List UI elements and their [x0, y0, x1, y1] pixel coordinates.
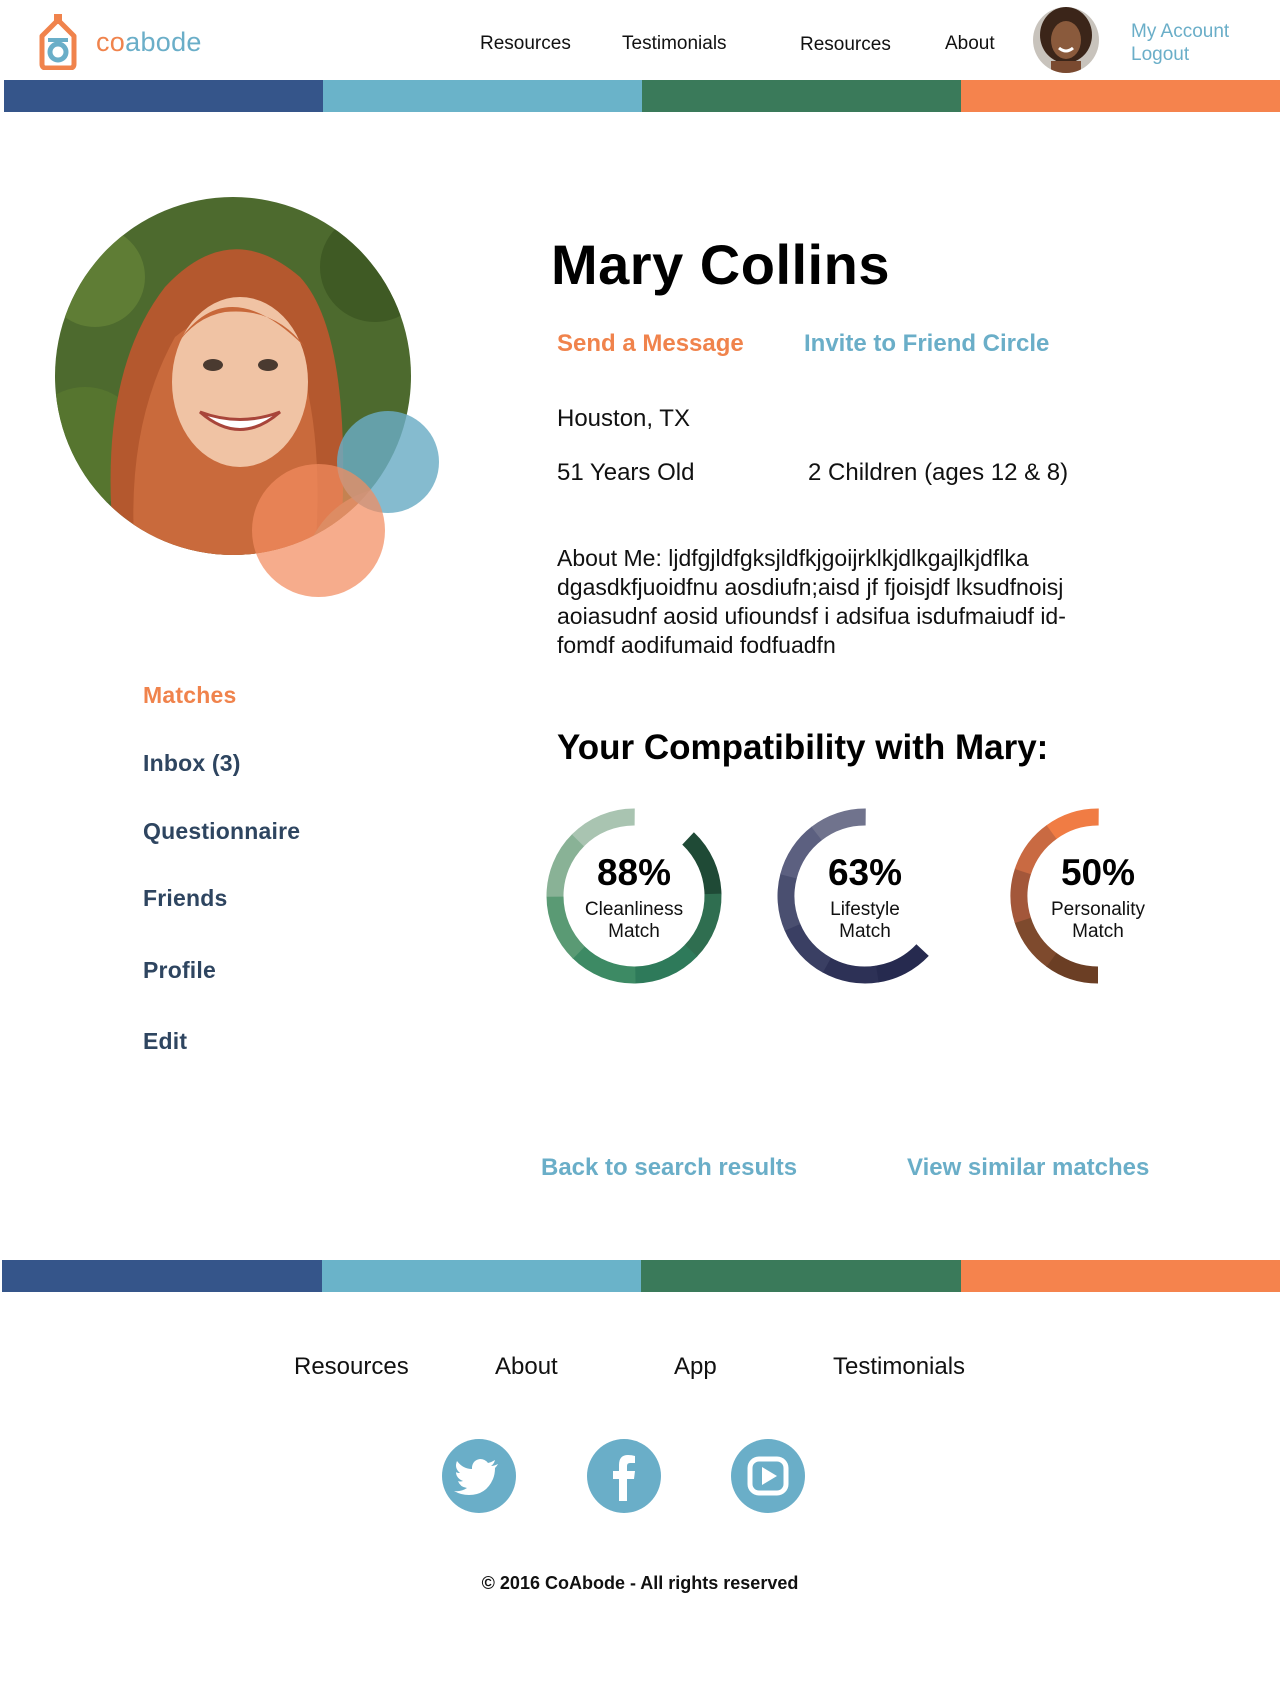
stripe-green — [641, 1260, 961, 1292]
lifestyle-match-ring: 63% Lifestyle Match — [775, 806, 955, 986]
sidebar-item-friends[interactable]: Friends — [143, 885, 227, 912]
cleanliness-ring-graphic — [546, 808, 722, 984]
profile-about-me: About Me: ljdfgjldfgksjldfkjgoijrklkjdlk… — [557, 544, 1177, 660]
ring-label-line: Personality — [1051, 899, 1145, 920]
stripe-blue — [4, 80, 323, 112]
profile-children: 2 Children (ages 12 & 8) — [808, 459, 1069, 486]
sidebar-item-edit[interactable]: Edit — [143, 1028, 187, 1055]
ring-segment — [634, 944, 698, 984]
about-line: About Me: ljdfgjldfgksjldfkjgoijrklkjdlk… — [557, 545, 1029, 571]
ring-segment — [822, 957, 879, 984]
ring-label-line: Cleanliness — [584, 899, 684, 920]
footer-testimonials-link[interactable]: Testimonials — [833, 1353, 965, 1381]
brand-abode: abode — [125, 27, 202, 57]
personality-label: Personality Match — [1008, 899, 1188, 943]
ring-segment — [571, 808, 635, 847]
send-message-link[interactable]: Send a Message — [557, 330, 744, 358]
stripe-light-blue — [323, 80, 642, 112]
user-avatar[interactable] — [1033, 7, 1099, 73]
sidebar-item-inbox[interactable]: Inbox (3) — [143, 750, 241, 777]
footer-app-link[interactable]: App — [674, 1353, 717, 1381]
cleanliness-match-ring: 88% Cleanliness Match — [544, 806, 724, 986]
profile-name: Mary Collins — [551, 233, 890, 296]
brand-co: co — [96, 27, 126, 57]
footer-resources-link[interactable]: Resources — [294, 1353, 409, 1381]
profile-location: Houston, TX — [557, 405, 690, 432]
nav-resources[interactable]: Resources — [480, 33, 571, 55]
ring-label-line: Match — [839, 921, 891, 942]
stripe-orange — [960, 1260, 1280, 1292]
ring-segment — [875, 944, 929, 983]
personality-ring-graphic — [1010, 808, 1099, 984]
footer-color-stripe — [2, 1260, 1280, 1292]
profile-age: 51 Years Old — [557, 459, 695, 486]
ring-label-line: Match — [1072, 921, 1124, 942]
decorative-orange-circle — [252, 464, 385, 597]
personality-match-ring: 50% Personality Match — [1008, 806, 1188, 986]
footer-about-link[interactable]: About — [495, 1353, 558, 1381]
nav-testimonials[interactable]: Testimonials — [622, 33, 727, 55]
logout-link[interactable]: Logout — [1131, 44, 1189, 66]
invite-friend-circle-link[interactable]: Invite to Friend Circle — [804, 330, 1049, 358]
sidebar-item-matches[interactable]: Matches — [143, 682, 236, 709]
lifestyle-percent: 63% — [827, 852, 903, 893]
personality-percent: 50% — [1060, 852, 1136, 893]
twitter-icon[interactable] — [442, 1439, 516, 1513]
sidebar-item-questionnaire[interactable]: Questionnaire — [143, 818, 300, 845]
ring-segment — [811, 808, 866, 841]
lifestyle-ring-graphic — [777, 808, 929, 984]
cleanliness-label: Cleanliness Match — [544, 899, 724, 943]
stripe-light-blue — [321, 1260, 641, 1292]
about-line: fomdf aodifumaid fodfuadfn — [557, 632, 836, 658]
header-color-stripe — [4, 80, 1280, 112]
brand-name[interactable]: coabode — [96, 27, 202, 58]
lifestyle-label: Lifestyle Match — [775, 899, 955, 943]
my-account-link[interactable]: My Account — [1131, 21, 1229, 43]
about-line: aoiasudnf aosid ufioundsf i adsifua isdu… — [557, 603, 1066, 629]
compatibility-title: Your Compatibility with Mary: — [557, 728, 1049, 767]
stripe-blue — [2, 1260, 322, 1292]
facebook-icon[interactable] — [587, 1439, 661, 1513]
ring-label-line: Match — [608, 921, 660, 942]
nav-about[interactable]: About — [945, 33, 995, 55]
stripe-orange — [961, 80, 1280, 112]
ring-segment — [572, 945, 636, 984]
copyright-text: © 2016 CoAbode - All rights reserved — [481, 1573, 799, 1593]
sidebar-item-profile[interactable]: Profile — [143, 957, 216, 984]
ring-segment — [1046, 808, 1099, 840]
ring-segment — [1045, 952, 1099, 984]
nav-resources-2[interactable]: Resources — [800, 34, 891, 56]
back-to-search-results-link[interactable]: Back to search results — [541, 1154, 797, 1182]
cleanliness-percent: 88% — [596, 852, 672, 893]
view-similar-matches-link[interactable]: View similar matches — [907, 1154, 1149, 1182]
ring-label-line: Lifestyle — [830, 899, 900, 920]
stripe-green — [642, 80, 961, 112]
coabode-logo-icon[interactable] — [38, 14, 78, 71]
youtube-icon[interactable] — [731, 1439, 805, 1513]
about-line: dgasdkfjuoidfnu aosdiufn;aisd jf fjoisjd… — [557, 574, 1064, 600]
